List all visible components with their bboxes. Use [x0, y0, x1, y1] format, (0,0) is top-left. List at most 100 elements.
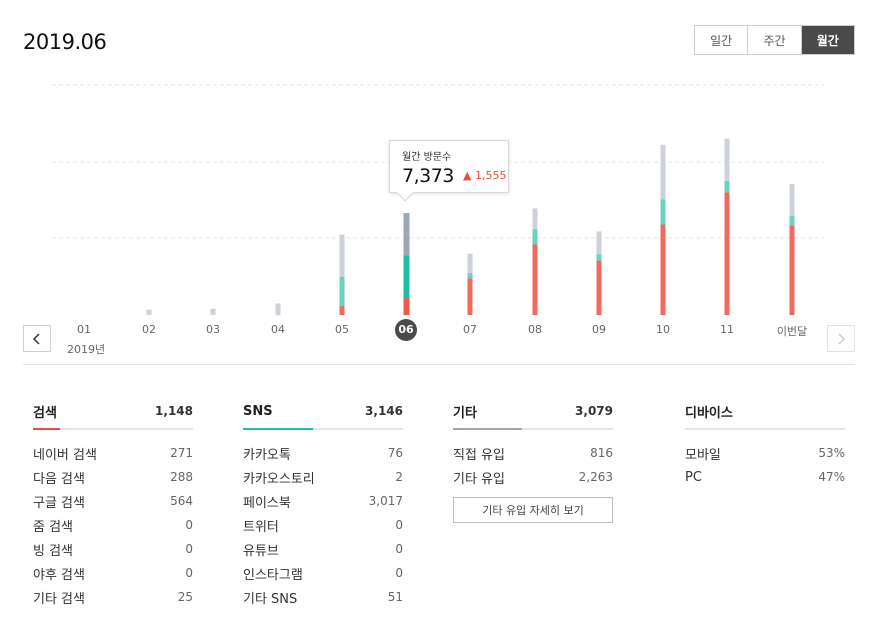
stats-row-label: 모바일 [685, 447, 721, 463]
stats-row: 네이버 검색 271 [33, 441, 193, 465]
stats-row-value: 0 [185, 542, 193, 556]
bar-segment[interactable] [789, 216, 795, 226]
bar-segment[interactable] [403, 298, 410, 315]
x-tick-label[interactable]: 01 [64, 323, 104, 336]
x-tick-label[interactable]: 02 [129, 323, 169, 336]
stats-total: 3,146 [365, 404, 403, 418]
stats-underline [243, 428, 403, 430]
stats-category-name: 기타 [453, 405, 477, 421]
stats-row-label: 카카오톡 [243, 447, 291, 463]
stats-row-label: PC [685, 469, 702, 485]
stats-row: 기타 검색 25 [33, 585, 193, 609]
stats-row-label: 직접 유입 [453, 447, 505, 463]
tooltip-change: ▲ 1,555 [463, 169, 507, 182]
stats-category-name: 검색 [33, 405, 57, 421]
stats-row: 다음 검색 288 [33, 465, 193, 489]
x-tick-label[interactable]: 07 [450, 323, 490, 336]
stats-row: 빙 검색 0 [33, 537, 193, 561]
x-tick-label[interactable]: 11 [707, 323, 747, 336]
stats-row: 카카오스토리 2 [243, 465, 403, 489]
next-button[interactable] [827, 325, 855, 352]
stats-row-label: 구글 검색 [33, 495, 85, 511]
stats-header: 검색 1,148 [33, 402, 193, 421]
stats-row-value: 816 [590, 446, 613, 460]
stats-row: 구글 검색 564 [33, 489, 193, 513]
bar-segment[interactable] [660, 224, 666, 315]
stats-row: 유튜브 0 [243, 537, 403, 561]
bar-segment[interactable] [339, 305, 345, 315]
bar-segment[interactable] [724, 138, 730, 181]
stats-row-label: 네이버 검색 [33, 447, 97, 463]
bar-segment[interactable] [146, 309, 152, 315]
stats-row-value: 25 [177, 590, 193, 604]
bar-segment[interactable] [660, 144, 666, 200]
chart-tooltip: 월간 방문수 7,373 ▲ 1,555 [389, 140, 509, 202]
stats-column: 기타 3,079 직접 유입 816 기타 유입 2,263 기타 유입 자세히 보기 [453, 402, 613, 523]
bar-segment[interactable] [467, 253, 473, 273]
stats-header: SNS 3,146 [243, 402, 403, 420]
bar-segment[interactable] [789, 225, 795, 315]
stats-row: 인스타그램 0 [243, 561, 403, 585]
stats-column: 검색 1,148 네이버 검색 271 다음 검색 288 구글 검색 564 줌 검색 0 빙 검… [33, 402, 193, 609]
bar-segment[interactable] [467, 278, 473, 315]
chevron-left-icon [32, 332, 40, 345]
stats-row-value: 0 [395, 542, 403, 556]
bar-segment[interactable] [532, 244, 538, 315]
stats-row-label: 페이스북 [243, 495, 291, 511]
x-tick-label[interactable]: 이번달 [772, 323, 812, 339]
stats-row-value: 288 [170, 470, 193, 484]
tooltip-value: 7,373 [402, 165, 454, 187]
x-tick-label[interactable]: 08 [515, 323, 555, 336]
x-tick-label[interactable]: 10 [643, 323, 683, 336]
bar-segment[interactable] [339, 234, 345, 277]
stats-row-label: 다음 검색 [33, 471, 85, 487]
bar-segment[interactable] [532, 229, 538, 245]
bar-segment[interactable] [403, 213, 410, 256]
stats-row-value: 564 [170, 494, 193, 508]
x-tick-label[interactable]: 03 [193, 323, 233, 336]
stats-row-label: 기타 검색 [33, 591, 85, 607]
stats-row-label: 줌 검색 [33, 519, 74, 535]
bar-segment[interactable] [789, 183, 795, 217]
bar-segment[interactable] [275, 303, 281, 316]
bar-segment[interactable] [403, 255, 410, 299]
bar-segment[interactable] [724, 192, 730, 315]
other-inflow-detail-button[interactable]: 기타 유입 자세히 보기 [453, 497, 613, 523]
stats-row-label: 기타 유입 [453, 471, 505, 487]
x-tick-label[interactable]: 06 [386, 323, 426, 336]
visits-chart: 01 02 03 04 05 06 07 08 09 10 11 이번달 2019년 월간 방문수 7… [0, 0, 877, 370]
stats-row: 모바일 53% [685, 441, 845, 465]
stats-row-value: 0 [185, 566, 193, 580]
bar-segment[interactable] [660, 199, 666, 225]
stats-column: SNS 3,146 카카오톡 76 카카오스토리 2 페이스북 3,017 트위터 0 유튜브 0 인스… [243, 402, 403, 609]
bar-segment[interactable] [339, 276, 345, 306]
stats-row: 줌 검색 0 [33, 513, 193, 537]
stats-row: 기타 SNS 51 [243, 585, 403, 609]
stats-row-label: 빙 검색 [33, 543, 74, 559]
bar-segment[interactable] [532, 208, 538, 230]
stats-column: 디바이스 모바일 53% PC 47% [685, 402, 845, 489]
bar-segment[interactable] [596, 254, 602, 261]
x-tick-label[interactable]: 04 [258, 323, 298, 336]
bar-segment[interactable] [596, 260, 602, 315]
stats-row-value: 0 [185, 518, 193, 532]
bar-segment[interactable] [596, 231, 602, 255]
bar-segment[interactable] [210, 308, 216, 315]
stats-row-value: 76 [387, 446, 403, 460]
x-tick-label[interactable]: 05 [322, 323, 362, 336]
stats-row: 직접 유입 816 [453, 441, 613, 465]
bar-segment[interactable] [724, 180, 730, 193]
year-label: 2019년 [67, 343, 106, 356]
prev-button[interactable] [23, 325, 51, 352]
stats-row: 트위터 0 [243, 513, 403, 537]
stats-row-value: 53% [818, 446, 845, 460]
stats-share-bar [243, 428, 314, 430]
tooltip-label: 월간 방문수 [402, 152, 452, 163]
stats-share-bar [33, 428, 61, 430]
stats-row-label: 유튜브 [243, 543, 279, 559]
stats-category-name: SNS [243, 403, 273, 419]
stats-row: 페이스북 3,017 [243, 489, 403, 513]
stats-row-value: 0 [395, 566, 403, 580]
x-tick-label[interactable]: 09 [579, 323, 619, 336]
bar-segment[interactable] [467, 272, 473, 279]
